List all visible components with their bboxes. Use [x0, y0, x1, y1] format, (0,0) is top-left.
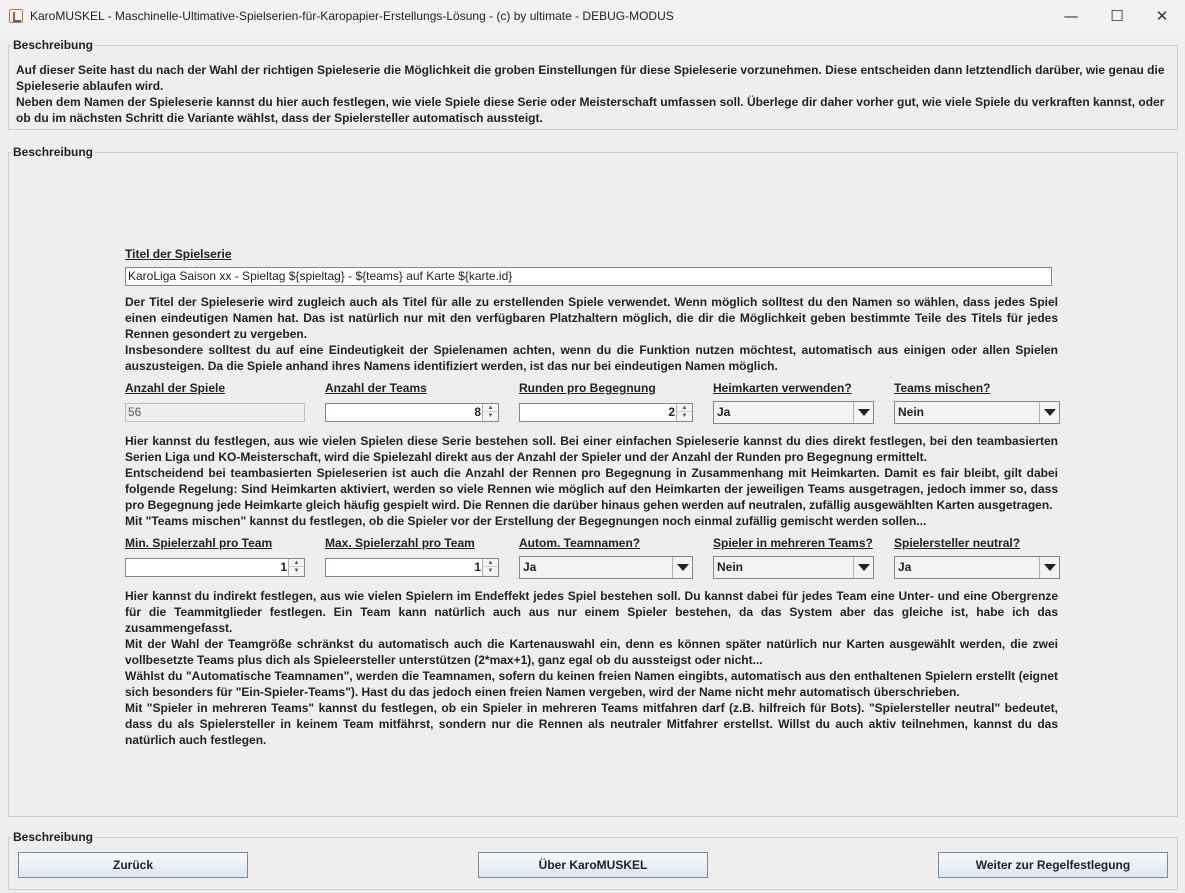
teams-count-spinner[interactable]: 8 ▲ ▼	[325, 403, 499, 422]
rounds-per-match-value: 2	[668, 405, 675, 419]
title-bar: KaroMUSKEL - Maschinelle-Ultimative-Spie…	[0, 0, 1185, 33]
top-description-text: Auf dieser Seite hast du nach der Wahl d…	[16, 63, 1165, 125]
games-count-field: 56	[125, 403, 305, 422]
min-players-label: Min. Spielerzahl pro Team	[125, 536, 273, 550]
rounds-per-match-label: Runden pro Begegnung	[519, 381, 656, 395]
series-title-description: Der Titel der Spieleserie wird zugleich …	[125, 295, 1058, 373]
spinner-up-icon[interactable]: ▲	[289, 559, 304, 567]
shuffle-teams-value: Nein	[898, 405, 925, 419]
window-title: KaroMUSKEL - Maschinelle-Ultimative-Spie…	[30, 9, 674, 23]
about-button[interactable]: Über KaroMUSKEL	[478, 852, 708, 878]
chevron-down-icon[interactable]	[1039, 557, 1059, 578]
series-title-label: Titel der Spielserie	[125, 247, 232, 261]
series-title-input[interactable]: KaroLiga Saison xx - Spieltag ${spieltag…	[125, 267, 1052, 286]
chevron-down-icon[interactable]	[853, 402, 873, 423]
spinner-buttons: ▲ ▼	[288, 559, 304, 576]
shuffle-teams-select[interactable]: Nein	[894, 401, 1060, 424]
auto-team-names-label: Autom. Teamnamen?	[519, 536, 641, 550]
close-icon[interactable]: ✕	[1139, 0, 1185, 33]
home-maps-select[interactable]: Ja	[713, 401, 874, 424]
creator-neutral-select[interactable]: Ja	[894, 556, 1060, 579]
chevron-down-icon[interactable]	[1039, 402, 1059, 423]
teams-count-label: Anzahl der Teams	[325, 381, 427, 395]
chevron-down-icon[interactable]	[853, 557, 873, 578]
multi-team-players-label: Spieler in mehreren Teams?	[713, 536, 873, 550]
back-button[interactable]: Zurück	[18, 852, 248, 878]
min-players-spinner[interactable]: 1 ▲ ▼	[125, 558, 305, 577]
chevron-down-icon[interactable]	[672, 557, 692, 578]
creator-neutral-value: Ja	[898, 560, 912, 574]
spinner-down-icon[interactable]: ▼	[677, 412, 692, 420]
top-group-legend: Beschreibung	[13, 38, 94, 52]
spinner-buttons: ▲ ▼	[482, 404, 498, 421]
max-players-spinner[interactable]: 1 ▲ ▼	[325, 558, 499, 577]
settings-group-legend: Beschreibung	[13, 145, 94, 159]
games-description: Hier kannst du festlegen, aus wie vielen…	[125, 434, 1058, 528]
spinner-up-icon[interactable]: ▲	[677, 404, 692, 412]
app-icon	[9, 9, 23, 23]
spinner-down-icon[interactable]: ▼	[289, 567, 304, 575]
spinner-down-icon[interactable]: ▼	[483, 412, 498, 420]
multi-team-players-select[interactable]: Nein	[713, 556, 874, 579]
creator-neutral-label: Spielersteller neutral?	[894, 536, 1021, 550]
spinner-down-icon[interactable]: ▼	[483, 567, 498, 575]
maximize-icon[interactable]: ☐	[1094, 0, 1140, 33]
multi-team-players-value: Nein	[717, 560, 744, 574]
shuffle-teams-label: Teams mischen?	[894, 381, 991, 395]
spinner-buttons: ▲ ▼	[482, 559, 498, 576]
minimize-icon[interactable]: —	[1048, 0, 1094, 33]
teams-count-value: 8	[474, 405, 481, 419]
games-count-label: Anzahl der Spiele	[125, 381, 226, 395]
min-players-value: 1	[280, 560, 287, 574]
auto-team-names-value: Ja	[523, 560, 537, 574]
max-players-value: 1	[474, 560, 481, 574]
home-maps-value: Ja	[717, 405, 731, 419]
spinner-up-icon[interactable]: ▲	[483, 559, 498, 567]
spinner-buttons: ▲ ▼	[676, 404, 692, 421]
players-description: Hier kannst du indirekt festlegen, aus w…	[125, 589, 1058, 747]
next-rules-button[interactable]: Weiter zur Regelfestlegung	[938, 852, 1168, 878]
max-players-label: Max. Spielerzahl pro Team	[325, 536, 475, 550]
navigation-group-legend: Beschreibung	[13, 830, 94, 844]
spinner-up-icon[interactable]: ▲	[483, 404, 498, 412]
auto-team-names-select[interactable]: Ja	[519, 556, 693, 579]
rounds-per-match-spinner[interactable]: 2 ▲ ▼	[519, 403, 693, 422]
home-maps-label: Heimkarten verwenden?	[713, 381, 852, 395]
